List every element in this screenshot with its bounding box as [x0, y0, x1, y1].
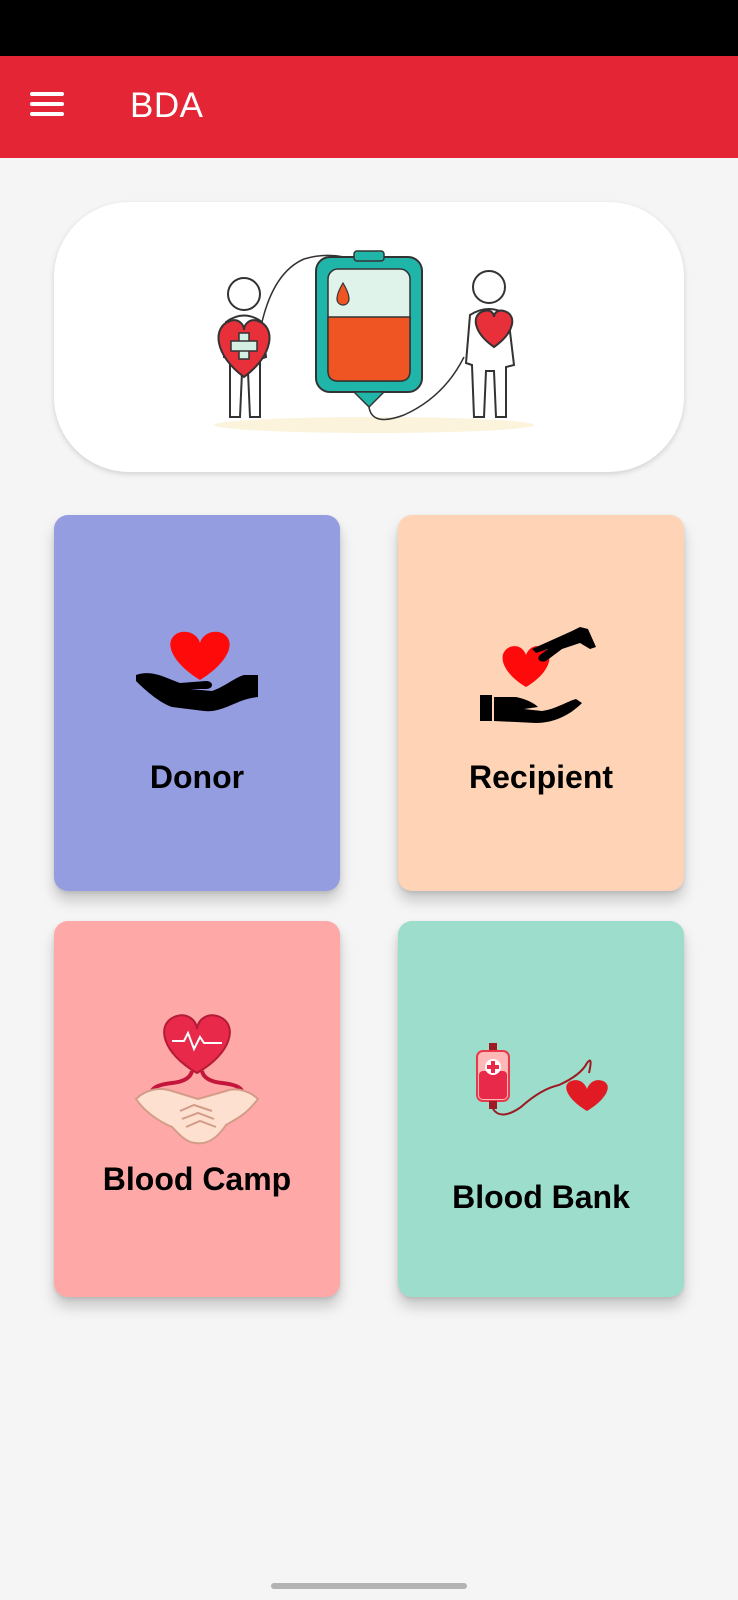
app-title: BDA	[130, 86, 204, 125]
donor-label: Donor	[149, 759, 245, 795]
recipient-label: Recipient	[468, 759, 614, 795]
heart-handover-icon	[398, 619, 684, 729]
heart-handshake-icon	[54, 1007, 340, 1152]
hero-banner	[54, 202, 684, 472]
blood-camp-label: Blood Camp	[102, 1161, 292, 1197]
app-bar: BDA	[0, 56, 738, 158]
status-bar	[0, 0, 738, 56]
recipient-card[interactable]: Recipient	[398, 515, 684, 891]
blood-bank-label: Blood Bank	[452, 1179, 630, 1215]
heart-in-hand-icon	[54, 625, 340, 720]
blood-camp-card[interactable]: Blood Camp	[54, 921, 340, 1297]
hamburger-menu-icon	[28, 92, 72, 116]
blood-bag-heart-icon	[398, 1041, 684, 1121]
home-indicator[interactable]	[271, 1583, 467, 1589]
blood-bank-card[interactable]: Blood Bank	[398, 921, 684, 1297]
menu-button[interactable]	[28, 88, 72, 128]
donor-card[interactable]: Donor	[54, 515, 340, 891]
blood-donation-illustration	[214, 250, 534, 433]
